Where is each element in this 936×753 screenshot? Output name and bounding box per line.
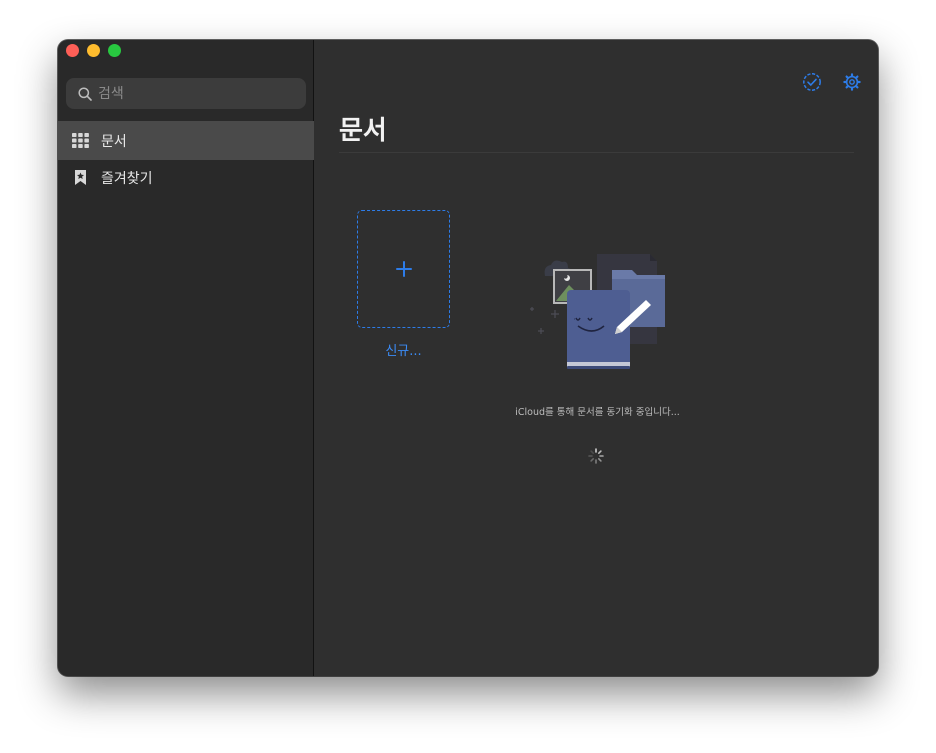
settings-button[interactable] [842, 72, 862, 92]
gear-icon [843, 73, 861, 91]
plus-icon [395, 261, 412, 277]
new-document-button[interactable] [357, 210, 450, 328]
title-divider [339, 152, 854, 153]
page-title: 문서 [339, 116, 387, 146]
minimize-window-button[interactable] [87, 44, 100, 57]
sidebar-item-label: 즐겨찾기 [101, 170, 153, 187]
loading-spinner-icon [588, 448, 604, 464]
documents-pane: 문서 신규... iCloud를 통해 문서를 동기화 중입니다... [315, 40, 878, 676]
sync-status-text: iCloud를 통해 문서를 동기화 중입니다... [515, 407, 680, 418]
grid-icon [71, 132, 89, 150]
search-icon [78, 86, 92, 101]
toolbar [802, 72, 862, 92]
window-controls [66, 44, 121, 57]
search-field[interactable] [66, 78, 306, 109]
icloud-sync-illustration-icon [530, 254, 665, 369]
sidebar-item-label: 문서 [101, 133, 127, 150]
sidebar-item-favorites[interactable]: 즐겨찾기 [58, 158, 314, 197]
sidebar: 문서 즐겨찾기 [58, 40, 314, 676]
checkmark-circle-icon [803, 73, 821, 91]
close-window-button[interactable] [66, 44, 79, 57]
search-input[interactable] [98, 85, 298, 102]
sidebar-item-documents[interactable]: 문서 [58, 121, 314, 160]
select-button[interactable] [802, 72, 822, 92]
app-window: 문서 즐겨찾기 [58, 40, 878, 676]
bookmark-star-icon [71, 169, 89, 187]
zoom-window-button[interactable] [108, 44, 121, 57]
new-document-label[interactable]: 신규... [357, 340, 450, 359]
